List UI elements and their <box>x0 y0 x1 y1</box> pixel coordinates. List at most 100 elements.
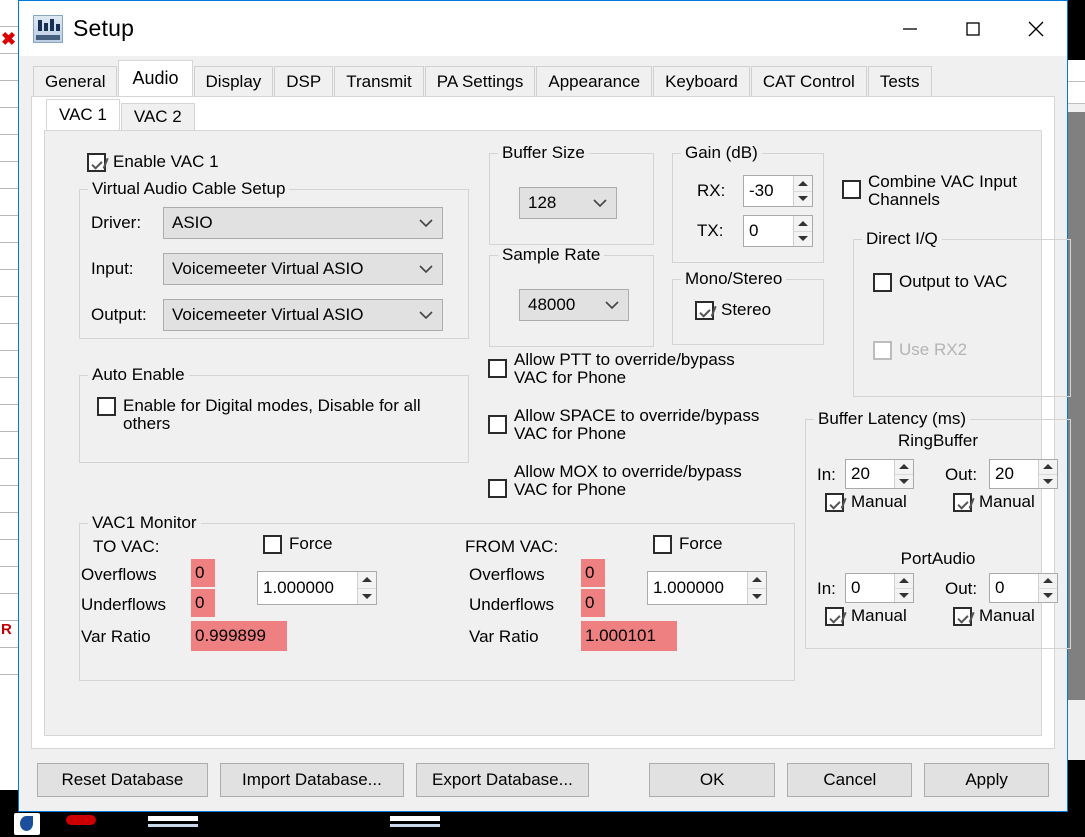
combine-vac-input-channels-checkbox[interactable]: Combine VAC Input Channels <box>842 173 1042 209</box>
enable-vac1-checkbox[interactable]: Enable VAC 1 <box>87 153 219 172</box>
spinner-buttons[interactable] <box>793 216 812 246</box>
spinner-up-icon[interactable] <box>794 216 812 232</box>
spinner-buttons[interactable] <box>357 572 376 604</box>
gain-rx-spinner[interactable]: -30 <box>743 175 813 207</box>
from-vac-force-checkbox[interactable]: Force <box>653 535 722 554</box>
tab-cat-control[interactable]: CAT Control <box>750 66 867 96</box>
spinner-buttons[interactable] <box>747 572 766 604</box>
to-vac-var-ratio-label: Var Ratio <box>81 627 151 646</box>
to-vac-ratio-spinner[interactable]: 1.000000 <box>257 571 377 605</box>
ringbuffer-out-manual-checkbox[interactable]: Manual <box>953 493 1035 512</box>
buffer-size-combobox[interactable]: 128 <box>519 187 617 219</box>
tab-pa-settings[interactable]: PA Settings <box>424 66 536 96</box>
sample-rate-combobox[interactable]: 48000 <box>519 289 629 321</box>
direct-iq-group: Direct I/Q <box>853 229 1071 397</box>
ok-button[interactable]: OK <box>648 763 776 797</box>
spinner-up-icon[interactable] <box>895 574 913 589</box>
ringbuffer-in-manual-checkbox[interactable]: Manual <box>825 493 907 512</box>
spinner-buttons[interactable] <box>793 176 812 206</box>
stereo-checkbox[interactable]: Stereo <box>695 301 771 320</box>
vac1-panel: Enable VAC 1 Virtual Audio Cable Setup D… <box>44 130 1071 736</box>
driver-combobox[interactable]: ASIO <box>163 207 443 239</box>
tab-tests[interactable]: Tests <box>867 66 932 96</box>
reset-database-button[interactable]: Reset Database <box>37 763 208 797</box>
apply-button[interactable]: Apply <box>924 763 1049 797</box>
checkbox-label: Allow SPACE to override/bypass VAC for P… <box>514 406 760 443</box>
output-label: Output: <box>91 305 147 324</box>
subtab-vac2[interactable]: VAC 2 <box>120 103 195 130</box>
button-label: Export Database... <box>432 770 573 789</box>
output-value: Voicemeeter Virtual ASIO <box>172 305 364 324</box>
spinner-up-icon[interactable] <box>1039 574 1057 589</box>
spinner-down-icon[interactable] <box>1039 475 1057 489</box>
to-vac-force-checkbox[interactable]: Force <box>263 535 332 554</box>
from-vac-ratio-value[interactable]: 1.000000 <box>648 572 747 604</box>
spinner-buttons[interactable] <box>894 574 913 602</box>
use-rx2-checkbox: Use RX2 <box>873 341 967 360</box>
spinner-down-icon[interactable] <box>895 589 913 603</box>
close-icon[interactable] <box>1004 1 1067 56</box>
minimize-icon[interactable] <box>878 1 941 56</box>
tab-appearance[interactable]: Appearance <box>536 66 653 96</box>
checkbox-label: Enable for Digital modes, Disable for al… <box>123 396 421 433</box>
chevron-down-icon <box>593 193 607 213</box>
portaudio-out-value[interactable]: 0 <box>990 574 1038 602</box>
spinner-down-icon[interactable] <box>748 589 766 605</box>
cancel-button[interactable]: Cancel <box>787 763 913 797</box>
ringbuffer-in-value[interactable]: 20 <box>846 460 894 488</box>
spinner-up-icon[interactable] <box>895 460 913 475</box>
spinner-down-icon[interactable] <box>794 232 812 247</box>
gain-rx-value[interactable]: -30 <box>744 176 793 206</box>
tab-audio[interactable]: Audio <box>118 60 193 96</box>
input-combobox[interactable]: Voicemeeter Virtual ASIO <box>163 253 443 285</box>
portaudio-out-spinner[interactable]: 0 <box>989 573 1058 603</box>
from-vac-ratio-spinner[interactable]: 1.000000 <box>647 571 767 605</box>
tab-display[interactable]: Display <box>193 66 274 96</box>
tab-transmit[interactable]: Transmit <box>334 66 424 96</box>
portaudio-in-manual-checkbox[interactable]: Manual <box>825 607 907 626</box>
tab-dsp[interactable]: DSP <box>274 66 334 96</box>
taskbar-app-icon[interactable] <box>66 815 96 825</box>
auto-enable-checkbox[interactable]: Enable for Digital modes, Disable for al… <box>97 397 427 433</box>
allow-ptt-override-checkbox[interactable]: Allow PTT to override/bypass VAC for Pho… <box>488 351 788 387</box>
taskbar[interactable] <box>0 809 1085 837</box>
ringbuffer-out-value[interactable]: 20 <box>990 460 1038 488</box>
spinner-down-icon[interactable] <box>1039 589 1057 603</box>
spinner-up-icon[interactable] <box>358 572 376 589</box>
allow-space-override-checkbox[interactable]: Allow SPACE to override/bypass VAC for P… <box>488 407 808 443</box>
spinner-down-icon[interactable] <box>794 192 812 207</box>
taskbar-app-icon[interactable] <box>148 816 198 821</box>
main-tabs[interactable]: General Audio Display DSP Transmit PA Se… <box>19 56 1067 96</box>
import-database-button[interactable]: Import Database... <box>219 763 405 797</box>
subtab-vac1[interactable]: VAC 1 <box>46 99 120 130</box>
title-bar[interactable]: Setup <box>19 1 1067 56</box>
ringbuffer-in-spinner[interactable]: 20 <box>845 459 914 489</box>
taskbar-app-icon[interactable] <box>390 816 440 821</box>
output-to-vac-checkbox[interactable]: Output to VAC <box>873 273 1007 292</box>
vac-subtabs[interactable]: VAC 1 VAC 2 <box>32 97 1054 130</box>
spinner-down-icon[interactable] <box>358 589 376 605</box>
spinner-up-icon[interactable] <box>794 176 812 192</box>
portaudio-in-value[interactable]: 0 <box>846 574 894 602</box>
maximize-icon[interactable] <box>941 1 1004 56</box>
allow-mox-override-checkbox[interactable]: Allow MOX to override/bypass VAC for Pho… <box>488 463 788 499</box>
portaudio-out-manual-checkbox[interactable]: Manual <box>953 607 1035 626</box>
spinner-down-icon[interactable] <box>895 475 913 489</box>
spinner-up-icon[interactable] <box>1039 460 1057 475</box>
portaudio-in-spinner[interactable]: 0 <box>845 573 914 603</box>
gain-tx-value[interactable]: 0 <box>744 216 793 246</box>
taskbar-app-icon[interactable] <box>14 813 40 835</box>
gain-tx-spinner[interactable]: 0 <box>743 215 813 247</box>
spinner-buttons[interactable] <box>894 460 913 488</box>
tab-keyboard[interactable]: Keyboard <box>653 66 750 96</box>
ringbuffer-out-spinner[interactable]: 20 <box>989 459 1058 489</box>
spinner-up-icon[interactable] <box>748 572 766 589</box>
output-combobox[interactable]: Voicemeeter Virtual ASIO <box>163 299 443 331</box>
group-caption: Buffer Size <box>498 143 589 163</box>
spinner-buttons[interactable] <box>1038 460 1057 488</box>
to-vac-ratio-value[interactable]: 1.000000 <box>258 572 357 604</box>
export-database-button[interactable]: Export Database... <box>416 763 589 797</box>
spinner-buttons[interactable] <box>1038 574 1057 602</box>
tab-general[interactable]: General <box>33 66 118 96</box>
tab-label: Tests <box>879 71 920 91</box>
